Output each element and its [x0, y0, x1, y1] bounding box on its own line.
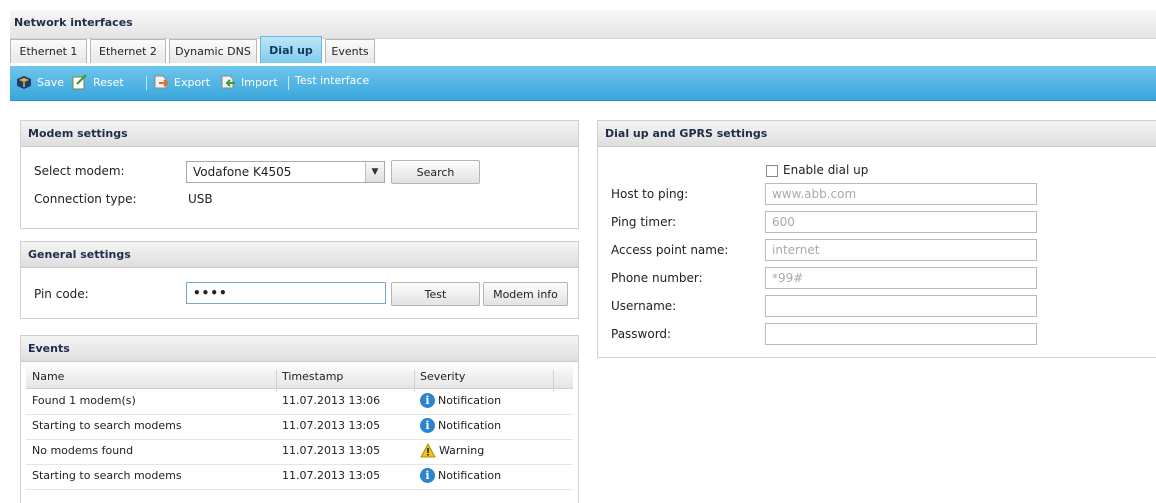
import-button[interactable]: Import [220, 74, 278, 90]
general-settings-panel: General settings Pin code: •••• Test Mod… [20, 241, 579, 319]
username-label: Username: [611, 299, 677, 313]
enable-dialup-checkbox[interactable] [766, 165, 778, 177]
select-modem-label: Select modem: [34, 164, 125, 178]
save-icon [16, 74, 32, 90]
general-settings-header: General settings [21, 242, 578, 268]
table-row[interactable]: Found 1 modem(s) 11.07.2013 13:06 i Noti… [26, 389, 573, 415]
column-name[interactable]: Name [32, 370, 64, 383]
apn-input[interactable]: internet [765, 239, 1037, 261]
reset-icon [72, 74, 88, 90]
phone-number-input[interactable]: *99# [765, 267, 1037, 289]
modem-info-button[interactable]: Modem info [483, 282, 568, 306]
ping-timer-label: Ping timer: [611, 215, 677, 229]
export-icon [153, 74, 169, 90]
host-label: Host to ping: [611, 187, 689, 201]
table-row[interactable]: No modems found 11.07.2013 13:05 Warning [26, 439, 573, 465]
tab-ethernet-2[interactable]: Ethernet 2 [90, 39, 166, 63]
event-name: Found 1 modem(s) [32, 394, 136, 407]
window-title: Network interfaces [14, 16, 133, 29]
event-timestamp: 11.07.2013 13:05 [282, 444, 381, 457]
reset-label: Reset [93, 75, 124, 89]
pin-code-label: Pin code: [34, 287, 89, 301]
chevron-down-icon[interactable]: ▼ [365, 162, 384, 182]
event-severity-label: Notification [438, 419, 502, 432]
event-name: Starting to search modems [32, 469, 182, 482]
tab-ethernet-1[interactable]: Ethernet 1 [10, 39, 87, 63]
events-panel: Events Name Timestamp Severity Found 1 m… [20, 335, 579, 503]
password-input[interactable] [765, 323, 1037, 345]
column-timestamp[interactable]: Timestamp [282, 370, 343, 383]
event-timestamp: 11.07.2013 13:06 [282, 394, 381, 407]
modem-settings-header: Modem settings [21, 121, 578, 147]
export-button[interactable]: Export [153, 74, 210, 90]
toolbar: Save Reset Export Import Test interface [10, 66, 1156, 101]
general-settings-title: General settings [28, 248, 131, 261]
export-label: Export [174, 75, 211, 89]
modem-select-value: Vodafone K4505 [193, 165, 292, 179]
event-name: Starting to search modems [32, 419, 182, 432]
reset-button[interactable]: Reset [72, 74, 124, 90]
save-button[interactable]: Save [16, 74, 64, 90]
info-icon: i [420, 468, 435, 483]
event-severity-label: Warning [439, 444, 485, 457]
import-label: Import [241, 75, 278, 89]
event-severity-label: Notification [438, 394, 502, 407]
toolbar-separator [288, 76, 289, 90]
username-input[interactable] [765, 295, 1037, 317]
apn-label: Access point name: [611, 243, 729, 257]
event-severity: i Notification [420, 418, 501, 433]
table-row[interactable]: Starting to search modems 11.07.2013 13:… [26, 414, 573, 440]
enable-dialup-label: Enable dial up [783, 163, 869, 177]
event-severity: i Notification [420, 393, 501, 408]
tab-dial-up[interactable]: Dial up [260, 36, 322, 63]
connection-type-label: Connection type: [34, 192, 137, 206]
tab-dynamic-dns[interactable]: Dynamic DNS [169, 39, 257, 63]
dialup-settings-header: Dial up and GPRS settings [598, 121, 1156, 147]
test-interface-button[interactable]: Test interface [295, 74, 369, 87]
modem-select[interactable]: Vodafone K4505 ▼ [186, 161, 385, 183]
events-title: Events [28, 342, 70, 355]
pin-code-input[interactable]: •••• [186, 282, 386, 304]
event-severity-label: Notification [438, 469, 502, 482]
connection-type-value: USB [188, 192, 213, 206]
warning-icon [420, 442, 436, 458]
import-icon [220, 74, 236, 90]
save-label: Save [37, 75, 65, 89]
tab-events[interactable]: Events [325, 39, 375, 63]
search-button[interactable]: Search [391, 160, 480, 184]
host-input[interactable]: www.abb.com [765, 183, 1037, 205]
dialup-settings-title: Dial up and GPRS settings [605, 127, 768, 140]
password-label: Password: [611, 327, 672, 341]
info-icon: i [420, 418, 435, 433]
event-severity: i Notification [420, 468, 501, 483]
dialup-settings-panel: Dial up and GPRS settings Enable dial up… [597, 120, 1156, 358]
event-severity: Warning [420, 442, 485, 458]
test-button[interactable]: Test [391, 282, 480, 306]
table-row[interactable]: Starting to search modems 11.07.2013 13:… [26, 464, 573, 490]
event-name: No modems found [32, 444, 134, 457]
ping-timer-input[interactable]: 600 [765, 211, 1037, 233]
modem-settings-title: Modem settings [28, 127, 128, 140]
phone-number-label: Phone number: [611, 271, 703, 285]
events-grid-header: Name Timestamp Severity [26, 366, 573, 392]
modem-settings-panel: Modem settings Select modem: Vodafone K4… [20, 120, 579, 229]
toolbar-separator [146, 76, 147, 90]
info-icon: i [420, 393, 435, 408]
events-header: Events [21, 336, 578, 362]
window-title-bar: Network interfaces [10, 10, 1156, 39]
test-interface-label: Test interface [295, 74, 370, 87]
event-timestamp: 11.07.2013 13:05 [282, 469, 381, 482]
column-severity[interactable]: Severity [420, 370, 465, 383]
event-timestamp: 11.07.2013 13:05 [282, 419, 381, 432]
